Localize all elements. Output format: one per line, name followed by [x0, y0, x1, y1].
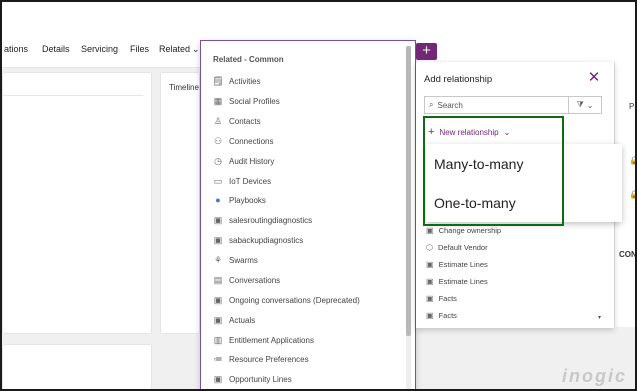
related-item-label: Resource Preferences — [229, 354, 309, 364]
related-item-conversations[interactable]: ▤ Conversations — [213, 272, 280, 288]
entity-icon: ▣ — [426, 277, 434, 286]
related-item-entitlement-applications[interactable]: ▥ Entitlement Applications — [213, 332, 314, 348]
related-item-ongoing-conversations[interactable]: ▣ Ongoing conversations (Deprecated) — [213, 292, 360, 308]
related-item-label: Ongoing conversations (Deprecated) — [229, 295, 360, 305]
contacts-icon: ♙ — [213, 115, 223, 126]
related-item-playbooks[interactable]: ● Playbooks — [213, 192, 266, 208]
secondary-card — [2, 344, 152, 389]
social-profiles-icon: ▦ — [213, 95, 223, 106]
relationship-item[interactable]: ▣ Facts — [426, 311, 457, 320]
related-item-opportunity-lines[interactable]: ▣ Opportunity Lines — [213, 371, 292, 387]
related-item-label: Conversations — [229, 275, 281, 285]
relationship-label: Facts — [438, 294, 457, 303]
activities-icon: 🗒 — [212, 75, 224, 86]
iot-devices-icon: ▭ — [213, 175, 223, 186]
tab-related[interactable]: Related — [159, 44, 190, 54]
related-item-label: Opportunity Lines — [229, 374, 292, 384]
related-item-salesroutingdiagnostics[interactable]: ▣ salesroutingdiagnostics — [213, 212, 312, 228]
related-item-label: Entitlement Applications — [229, 335, 314, 345]
tab-servicing[interactable]: Servicing — [81, 44, 118, 54]
tab-files[interactable]: Files — [130, 44, 149, 54]
app-frame: ations Details Servicing Files Related ⌄… — [0, 0, 637, 391]
highlight-box — [423, 116, 564, 226]
entity-icon: ▣ — [426, 311, 434, 320]
related-item-label: Audit History — [229, 156, 275, 166]
related-item-sabackupdiagnostics[interactable]: ▣ sabackupdiagnostics — [213, 232, 304, 248]
related-menu-header: Related - Common — [213, 55, 284, 64]
chevron-down-icon: ⌄ — [586, 100, 594, 110]
related-item-actuals[interactable]: ▣ Actuals — [213, 312, 256, 328]
related-item-swarms[interactable]: ⚘ Swarms — [213, 252, 258, 268]
related-item-label: Playbooks — [229, 195, 266, 205]
related-item-contacts[interactable]: ♙ Contacts — [213, 113, 261, 129]
entity-icon: ▣ — [426, 260, 434, 269]
scroll-down-icon[interactable]: ▾ — [598, 314, 601, 321]
related-item-label: Contacts — [229, 116, 261, 126]
related-menu-scrollbar[interactable] — [406, 46, 411, 389]
entity-icon: ▣ — [426, 226, 434, 235]
related-item-label: IoT Devices — [229, 176, 272, 186]
entity-icon: ▣ — [426, 294, 434, 303]
entity-icon: ▣ — [213, 373, 223, 384]
relationship-label: Estimate Lines — [438, 260, 488, 269]
scrollbar-thumb[interactable] — [406, 46, 411, 336]
entity-icon: ▣ — [213, 214, 223, 225]
entity-icon: ▣ — [213, 314, 223, 325]
related-item-label: Swarms — [229, 255, 258, 265]
vendor-icon: ⬡ — [426, 243, 433, 252]
tab-relations[interactable]: ations — [4, 44, 28, 54]
filter-button[interactable]: ⧩ ⌄ — [568, 96, 602, 114]
entity-icon: ▣ — [213, 294, 223, 305]
related-item-label: salesroutingdiagnostics — [229, 215, 313, 225]
timeline-card: Timeline — [160, 72, 200, 334]
relationship-label: Facts — [438, 311, 457, 320]
watermark-logo: inogic — [562, 366, 627, 386]
related-item-label: Connections — [229, 136, 274, 146]
search-icon: ⌕ — [429, 100, 434, 109]
lock-icon: 🔒 — [629, 156, 635, 165]
filter-icon: ⧩ — [576, 100, 584, 109]
related-item-label: Social Profiles — [229, 96, 280, 106]
relationship-item[interactable]: ▣ Estimate Lines — [426, 260, 488, 269]
conversations-icon: ▤ — [213, 274, 223, 285]
add-relationship-button[interactable]: + — [416, 43, 437, 60]
tab-details[interactable]: Details — [42, 44, 70, 54]
plus-icon: + — [422, 42, 431, 59]
search-input[interactable]: ⌕ Search — [424, 96, 576, 114]
panel-title: Add relationship — [424, 74, 493, 85]
divider — [3, 95, 143, 96]
related-item-iot-devices[interactable]: ▭ IoT Devices — [213, 173, 271, 189]
related-menu: Related - Common 🗒 Activities ▦ Social Pro… — [200, 40, 416, 389]
related-item-label: sabackupdiagnostics — [229, 235, 304, 245]
related-item-social-profiles[interactable]: ▦ Social Profiles — [213, 93, 280, 109]
relationship-item[interactable]: ▣ Facts — [426, 294, 457, 303]
relationship-label: Default Vendor — [437, 243, 488, 252]
relationship-item[interactable]: ▣ Change ownership — [426, 226, 501, 235]
related-item-label: Activities — [229, 76, 261, 86]
entity-icon: ▣ — [213, 234, 223, 245]
lock-icon: 🔒 — [629, 190, 635, 199]
related-item-audit-history[interactable]: ◷ Audit History — [213, 153, 274, 169]
relationship-label: Change ownership — [438, 226, 502, 235]
entitlement-icon: ▥ — [213, 334, 223, 345]
timeline-label: Timeline — [169, 83, 199, 92]
related-item-connections[interactable]: ⚇ Connections — [213, 133, 274, 149]
chevron-down-icon[interactable]: ⌄ — [192, 44, 200, 55]
audit-history-icon: ◷ — [214, 155, 222, 166]
related-item-activities[interactable]: 🗒 Activities — [212, 73, 261, 89]
related-item-label: Actuals — [229, 315, 256, 325]
section-label: CONT — [619, 250, 637, 259]
relationship-label: Estimate Lines — [438, 277, 488, 286]
search-placeholder: Search — [437, 100, 463, 110]
swarms-icon: ⚘ — [213, 254, 223, 265]
connections-icon: ⚇ — [213, 135, 223, 146]
relationship-item[interactable]: ⬡ Default Vendor — [426, 243, 488, 252]
related-item-resource-preferences[interactable]: ≔ Resource Preferences — [213, 351, 309, 367]
resource-preferences-icon: ≔ — [213, 353, 223, 364]
close-icon[interactable]: ✕ — [586, 70, 602, 86]
playbooks-icon: ● — [215, 195, 221, 205]
relationship-item[interactable]: ▣ Estimate Lines — [426, 277, 488, 286]
properties-label: Pr — [629, 102, 637, 111]
summary-card — [2, 72, 152, 334]
